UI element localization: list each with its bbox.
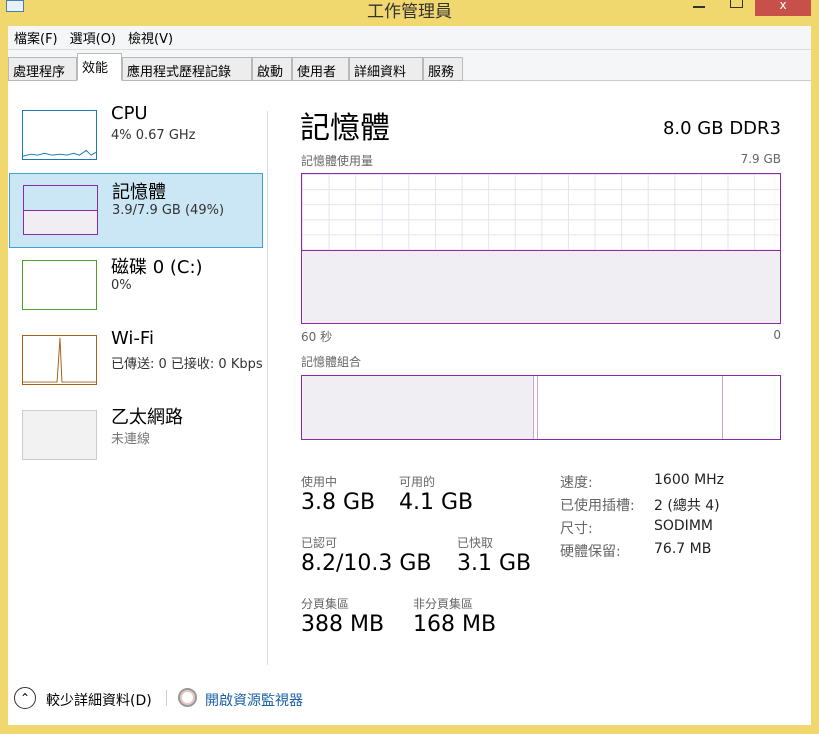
tab-app-history[interactable]: 應用程式歷程記錄 (122, 57, 252, 81)
minimize-button[interactable] (693, 6, 705, 8)
memory-thumbnail-graph (23, 185, 98, 235)
slots-value: 2 (總共 4) (654, 498, 720, 514)
usage-label: 記憶體使用量 (301, 154, 374, 168)
disk-value: 0% (111, 278, 132, 293)
tab-startup[interactable]: 啟動 (252, 57, 292, 81)
menu-view[interactable]: 檢視(V) (122, 28, 179, 47)
nonpaged-pool-label: 非分頁集區 (413, 597, 474, 611)
menu-file[interactable]: 檔案(F) (8, 28, 64, 47)
composition-standby (722, 376, 723, 439)
hardware-reserved-label: 硬體保留: (560, 544, 621, 560)
sidebar-item-cpu[interactable]: CPU 4% 0.67 GHz (9, 99, 263, 174)
ethernet-value: 未連線 (111, 432, 151, 447)
sidebar-item-memory[interactable]: 記憶體 3.9/7.9 GB (49%) (9, 173, 263, 248)
cpu-label: CPU (111, 103, 148, 124)
open-resource-monitor-link[interactable]: 開啟資源監視器 (205, 690, 303, 710)
menu-bar: 檔案(F) 選項(O) 檢視(V) (8, 26, 811, 50)
cpu-thumbnail-graph (22, 110, 97, 160)
ethernet-label: 乙太網路 (111, 407, 183, 428)
window-title: 工作管理員 (367, 2, 452, 22)
tab-details[interactable]: 詳細資料 (349, 57, 423, 81)
paged-pool-label: 分頁集區 (301, 597, 350, 611)
form-factor-label: 尺寸: (560, 521, 593, 537)
sidebar-item-disk[interactable]: 磁碟 0 (C:) 0% (9, 249, 263, 324)
memory-composition-bar (301, 375, 781, 440)
page-title: 記憶體 (300, 111, 390, 146)
time-right-label: 0 (773, 328, 781, 342)
divider (267, 111, 268, 665)
tab-performance[interactable]: 效能 (77, 53, 122, 81)
committed-label: 已認可 (301, 536, 338, 550)
chevron-up-icon[interactable]: ⌃ (14, 687, 36, 709)
fewer-details-button[interactable]: 較少詳細資料(D) (46, 690, 152, 710)
cached-value: 3.1 GB (457, 551, 532, 576)
committed-value: 8.2/10.3 GB (301, 551, 432, 576)
cached-label: 已快取 (457, 536, 494, 550)
speed-value: 1600 MHz (654, 472, 725, 488)
tab-services[interactable]: 服務 (423, 57, 463, 81)
composition-modified (537, 376, 538, 439)
form-factor-value: SODIMM (654, 518, 713, 534)
memory-usage-fill (302, 250, 780, 323)
disk-thumbnail-graph (22, 260, 97, 310)
slots-label: 已使用插槽: (560, 498, 635, 514)
memory-value: 3.9/7.9 GB (49%) (112, 203, 225, 218)
memory-spec: 8.0 GB DDR3 (662, 118, 781, 139)
paged-pool-value: 388 MB (301, 612, 385, 637)
in-use-label: 使用中 (301, 475, 338, 489)
ethernet-thumbnail-graph (22, 410, 97, 460)
usage-max: 7.9 GB (740, 152, 781, 166)
cpu-value: 4% 0.67 GHz (111, 128, 196, 143)
tab-bar: 處理程序 效能 應用程式歷程記錄 啟動 使用者 詳細資料 服務 (8, 50, 811, 81)
time-left-label: 60 秒 (301, 330, 333, 344)
menu-options[interactable]: 選項(O) (64, 28, 122, 47)
footer-divider (166, 690, 167, 706)
hardware-reserved-value: 76.7 MB (654, 541, 712, 557)
nonpaged-pool-value: 168 MB (413, 612, 497, 637)
tab-processes[interactable]: 處理程序 (8, 57, 77, 81)
available-label: 可用的 (399, 475, 436, 489)
maximize-button[interactable] (730, 0, 743, 8)
sidebar-item-wifi[interactable]: Wi-Fi 已傳送: 0 已接收: 0 Kbps (9, 324, 263, 399)
composition-in-use (302, 376, 534, 439)
in-use-value: 3.8 GB (301, 490, 376, 515)
sidebar-item-ethernet[interactable]: 乙太網路 未連線 (9, 399, 263, 474)
speed-label: 速度: (560, 475, 593, 491)
wifi-label: Wi-Fi (111, 328, 154, 349)
available-value: 4.1 GB (399, 490, 474, 515)
memory-label: 記憶體 (112, 182, 166, 203)
disk-label: 磁碟 0 (C:) (111, 257, 203, 278)
wifi-value: 已傳送: 0 已接收: 0 Kbps (111, 357, 263, 372)
resource-monitor-icon (178, 688, 197, 707)
composition-label: 記憶體組合 (301, 355, 362, 369)
performance-panel: CPU 4% 0.67 GHz 記憶體 3.9/7.9 GB (49%) 磁碟 … (8, 81, 811, 725)
memory-usage-graph (301, 173, 781, 324)
tab-users[interactable]: 使用者 (292, 57, 349, 81)
wifi-thumbnail-graph (22, 335, 97, 385)
close-button[interactable]: x (755, 0, 811, 16)
